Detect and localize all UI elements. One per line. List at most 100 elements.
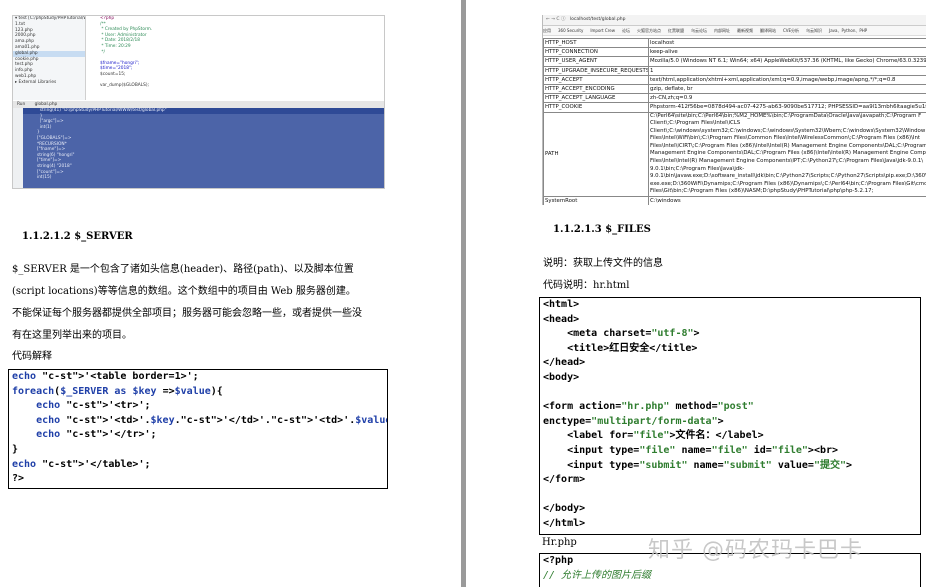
paragraph-line: (script locations)等等信息的数组。这个数组中的项目由 Web …	[12, 286, 356, 297]
section-title-files: 1.1.2.1.3 $_FILES	[553, 224, 651, 235]
bookmark-item[interactable]: Java、Python、PHP	[829, 28, 867, 33]
value-line: 9.0.1\bin;C:\Program Files\Java\jdk-	[650, 165, 745, 172]
table-cell-key: HTTP_CONNECTION	[543, 47, 649, 58]
bookmark-item[interactable]: 最新视频	[737, 28, 753, 33]
table-row: PATH C:\Perl64\site\bin;C:\Perl64\bin;%M2…	[543, 111, 926, 198]
server-paragraph: $_SERVER 是一个包含了诸如头信息(header)、路径(path)、以及…	[12, 259, 362, 347]
code-line: <head>	[543, 313, 580, 325]
table-cell-value: Phpstorm-412f56be=0878d494-ac07-4275-ab6…	[648, 102, 926, 113]
table-cell-value: localhost	[648, 37, 926, 49]
paragraph-line: 有在这里列举出来的项目。	[12, 330, 132, 341]
project-tree: ▾ test [C:/phpStudy/PHPTutorial/WWW/test…	[13, 16, 86, 100]
run-console-output: string(41) "D:/phpStudy/PHPTutorial/WWW/…	[23, 108, 384, 188]
php-label: Hr.php	[542, 537, 577, 548]
bookmark-item[interactable]: 应用	[543, 28, 551, 33]
url-text[interactable]: localhost/test/global.php	[570, 17, 626, 22]
table-cell-value: 1	[648, 65, 926, 76]
code-label-html: 代码说明：hr.html	[543, 280, 630, 291]
table-cell-value: keep-alive	[648, 47, 926, 58]
code-line: echo "c-st">'<table border=1>';	[12, 371, 199, 382]
code-line: <html>	[543, 299, 580, 310]
global-php-tab[interactable]: global.php	[31, 102, 62, 107]
table-cell-value: zh-CN,zh;q=0.9	[648, 93, 926, 104]
files-description: 说明：获取上传文件的信息	[543, 258, 663, 269]
table-row: HTTP_ACCEPT text/html,application/xhtml+x…	[543, 74, 926, 85]
bookmark-item[interactable]: 360 Security	[558, 28, 583, 33]
code-line: echo "c-st">'<tr>';	[36, 400, 151, 412]
section-title-server: 1.1.2.1.2 $_SERVER	[22, 231, 133, 242]
code-line: // 允许上传的图片后缀	[543, 569, 652, 581]
code-line: <body>	[543, 371, 580, 383]
table-row: HTTP_HOST localhost	[543, 37, 926, 49]
value-line: Management Engine Components\DAL;C:\Prog…	[650, 150, 926, 157]
console-line: int(15)	[37, 175, 52, 181]
ide-screenshot: ▾ test [C:/phpStudy/PHPTutorial/WWW/test…	[12, 15, 385, 189]
address-bar: ← → C ⓘ localhost/test/global.php	[543, 15, 926, 26]
right-page: ← → C ⓘ localhost/test/global.php 应用 360 …	[466, 0, 926, 587]
table-cell-key: HTTP_UPGRADE_INSECURE_REQUESTS	[543, 65, 649, 76]
code-line: ?>	[12, 473, 25, 485]
tree-item[interactable]: ▾ test [C:/phpStudy/PHPTutorial/WWW/test…	[13, 16, 85, 22]
bookmark-item[interactable]: 乌云知识	[806, 28, 822, 33]
paragraph-line: 不能保证每个服务器都提供全部项目；服务器可能会忽略一些，或者提供一些没	[12, 308, 362, 319]
value-line: C:\Perl64\site\bin;C:\Perl64\bin;%M2_HOM…	[650, 112, 922, 119]
php-code-block: echo "c-st">'<table border=1>'; foreach($…	[8, 369, 388, 489]
table-row: HTTP_ACCEPT_LANGUAGE zh-CN,zh;q=0.9	[543, 93, 926, 104]
run-tab[interactable]: Run	[13, 102, 29, 107]
table-cell-key: HTTP_ACCEPT_ENCODING	[543, 83, 649, 95]
bookmark-item[interactable]: 乌云论坛	[691, 28, 707, 33]
tree-item[interactable]: ▸ External Libraries	[13, 80, 85, 86]
table-cell-key: HTTP_COOKIE	[543, 102, 649, 113]
bookmark-item[interactable]: 内部网址	[714, 28, 730, 33]
table-cell-key: HTTP_USER_AGENT	[543, 56, 649, 67]
value-line: exe.exe;D:\360WiFi\Dynamips;C:\Program F…	[650, 180, 926, 187]
value-line: Files\Intel\iCIRT\;C:\Program Files (x86…	[650, 142, 926, 149]
bookmark-item[interactable]: CVE分析	[783, 28, 799, 33]
bookmark-item[interactable]: 论坛	[622, 28, 630, 33]
code-label: 代码解释	[12, 351, 52, 362]
code-line: <title>红日安全</title>	[543, 342, 698, 354]
code-line: <form action="hr.php" method="post"	[543, 401, 754, 413]
code-line: </form>	[543, 474, 586, 486]
table-row: HTTP_COOKIE Phpstorm-412f56be=0878d494-ac…	[543, 102, 926, 113]
code-line: echo "c-st">'</table>';	[12, 458, 151, 470]
table-cell-value: C:\windows	[648, 196, 926, 205]
code-line: echo "c-st">'</tr>';	[36, 429, 157, 441]
table-cell-value: text/html,application/xhtml+xml,applicat…	[648, 74, 926, 85]
server-table: HTTP_HOST localhost HTTP_CONNECTION keep-al…	[543, 37, 926, 205]
table-cell-key: PATH	[543, 111, 649, 198]
bookmark-item[interactable]: 翻译网站	[760, 28, 776, 33]
value-line: Files\Git\bin;C:\Program Files (x86)\NAS…	[650, 188, 874, 195]
table-row: HTTP_CONNECTION keep-alive	[543, 47, 926, 58]
nav-buttons[interactable]: ← → C ⓘ	[543, 17, 568, 22]
code-line: }	[12, 443, 19, 455]
code-line: <input type="submit" name="submit" value…	[543, 459, 853, 471]
code-line: enctype="multipart/form-data">	[543, 415, 724, 427]
code-line: </html>	[543, 517, 586, 529]
table-cell-key: HTTP_ACCEPT_LANGUAGE	[543, 93, 649, 104]
code-line: <label for="file">文件名：</label>	[543, 430, 764, 442]
table-row: HTTP_USER_AGENT Mozilla/5.0 (Windows NT 6…	[543, 56, 926, 67]
table-row: HTTP_ACCEPT_ENCODING gzip, deflate, br	[543, 83, 926, 95]
table-row: SystemRoot C:\windows	[543, 196, 926, 205]
table-cell-value: Mozilla/5.0 (Windows NT 6.1; Win64; x64)…	[648, 56, 926, 67]
console-toolbar	[13, 108, 23, 188]
code-line: </head>	[543, 357, 586, 369]
code-line: foreach($_SERVER as $key =>$value){	[12, 385, 223, 397]
value-line: 9.0.1\bin\javaw.exe;D:\software_install\…	[650, 173, 926, 180]
bookmark-item[interactable]: 红黑联盟	[668, 28, 684, 33]
browser-screenshot: ← → C ⓘ localhost/test/global.php 应用 360 …	[542, 15, 926, 205]
table-cell-value: C:\Perl64\site\bin;C:\Perl64\bin;%M2_HOM…	[648, 111, 926, 198]
value-line: Files\Intel\WiFi\bin\;C:\Program Files\C…	[650, 135, 921, 142]
paragraph-line: $_SERVER 是一个包含了诸如头信息(header)、路径(path)、以及…	[12, 264, 354, 275]
bookmark-item[interactable]: 火狐官方站点	[637, 28, 661, 33]
table-cell-key: HTTP_HOST	[543, 37, 649, 49]
bookmark-item[interactable]: Import Crew	[590, 28, 615, 33]
watermark: 知乎 @码农玛卡巴卡	[648, 538, 863, 563]
code-line: <meta charset="utf-8">	[543, 328, 700, 340]
table-cell-value: gzip, deflate, br	[648, 83, 926, 95]
table-row: HTTP_UPGRADE_INSECURE_REQUESTS 1	[543, 65, 926, 76]
value-line: Client\;C:\Program Files\Intel\iCLS	[650, 120, 741, 127]
